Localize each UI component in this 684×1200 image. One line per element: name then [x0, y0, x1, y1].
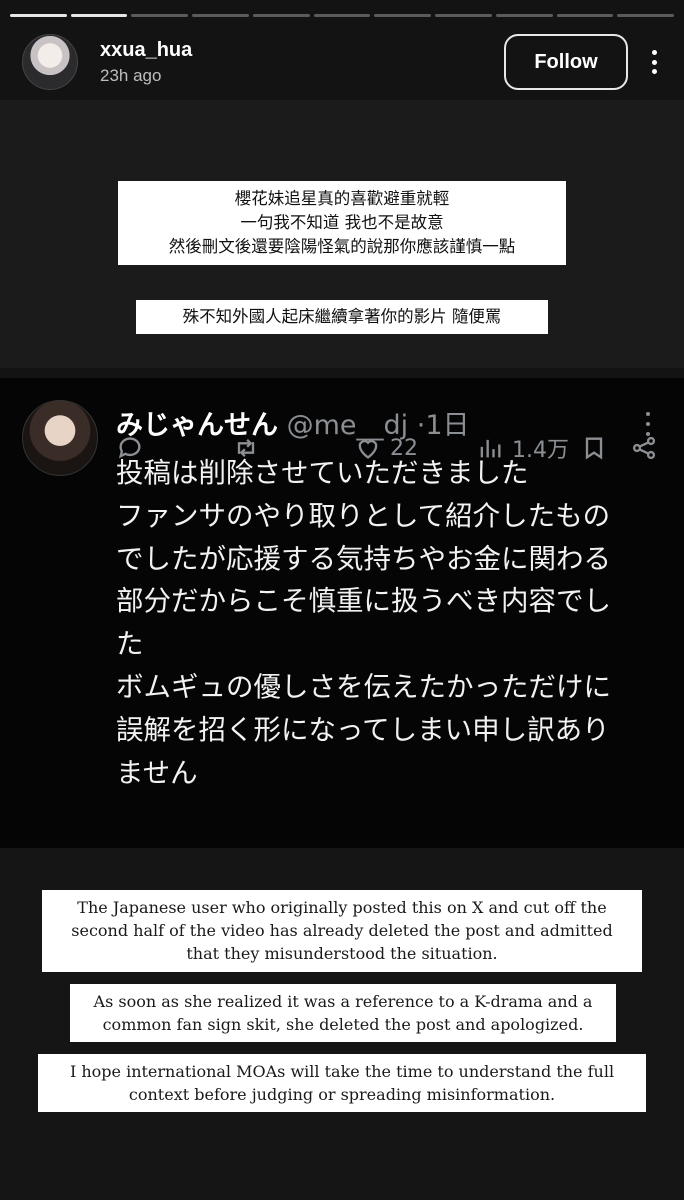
view-count: 1.4万: [512, 438, 569, 463]
views-group: 1.4万: [476, 430, 569, 466]
tweet-line: ません: [116, 756, 198, 789]
share-icon: [630, 430, 658, 466]
progress-segment: [252, 14, 310, 17]
tweet-line: ボムギュの優しさを伝えたかっただけに: [116, 670, 611, 703]
tweet-author-avatar: [22, 400, 98, 476]
progress-segment: [617, 14, 675, 17]
caption-line: common fan sign skit, she deleted the po…: [102, 1015, 584, 1034]
reply-icon: [116, 430, 144, 466]
caption-chinese-2: 殊不知外國人起床繼續拿著你的影片 隨便罵: [136, 300, 548, 334]
progress-segment: [374, 14, 432, 17]
tweet-line: でしたが応援する気持ちやお金に関わる: [116, 542, 611, 575]
story-progress-bar: [10, 14, 675, 17]
post-time: 23h ago: [100, 65, 162, 85]
tweet-line: た: [116, 628, 144, 661]
profile-avatar[interactable]: [22, 34, 78, 90]
progress-segment: [313, 14, 371, 17]
caption-line: that they misunderstood the situation.: [186, 944, 498, 963]
progress-segment: [435, 14, 492, 17]
progress-segment: [131, 14, 189, 17]
more-options-icon[interactable]: [646, 44, 662, 80]
user-meta: xxua_hua 23h ago: [100, 39, 192, 86]
progress-segment: [10, 14, 67, 17]
progress-segment: [556, 14, 614, 17]
retweet-icon: [232, 430, 260, 466]
bookmark-icon: [580, 430, 608, 466]
tweet-line: ファンサのやり取りとして紹介したもの: [116, 499, 611, 532]
tweet-line: 部分だからこそ慎重に扱うべき内容でし: [116, 585, 611, 618]
caption-line: 殊不知外國人起床繼續拿著你的影片 隨便罵: [182, 307, 502, 326]
like-group: 22: [354, 430, 418, 466]
views-icon: [480, 439, 501, 458]
caption-line: second half of the video has already del…: [71, 921, 613, 940]
caption-line: 櫻花妹追星真的喜歡避重就輕: [234, 189, 450, 208]
caption-english-2: As soon as she realized it was a referen…: [70, 984, 616, 1042]
caption-line: 一句我不知道 我也不是故意: [240, 213, 444, 232]
caption-line: As soon as she realized it was a referen…: [93, 992, 593, 1011]
tweet-action-bar: 22 1.4万: [116, 430, 662, 466]
caption-line: 然後刪文後還要陰陽怪氣的說那你應該謹慎一點: [168, 237, 516, 256]
caption-english-1: The Japanese user who originally posted …: [42, 890, 642, 972]
tweet-text: 投稿は削除させていただきました ファンサのやり取りとして紹介したもの でしたが応…: [116, 452, 660, 794]
story-header: xxua_hua 23h ago Follow: [22, 32, 662, 92]
caption-chinese-1: 櫻花妹追星真的喜歡避重就輕 一句我不知道 我也不是故意 然後刪文後還要陰陽怪氣的…: [118, 181, 566, 265]
progress-segment: [70, 14, 128, 17]
progress-segment: [495, 14, 553, 17]
caption-line: The Japanese user who originally posted …: [77, 898, 607, 917]
like-count: 22: [390, 435, 418, 461]
heart-icon: [358, 440, 378, 459]
caption-line: I hope international MOAs will take the …: [69, 1062, 615, 1081]
caption-english-3: I hope international MOAs will take the …: [38, 1054, 646, 1112]
progress-segment: [192, 14, 249, 17]
follow-button[interactable]: Follow: [504, 34, 628, 90]
username[interactable]: xxua_hua: [100, 39, 192, 62]
caption-line: context before judging or spreading misi…: [128, 1085, 556, 1104]
tweet-line: 誤解を招く形になってしまい申し訳あり: [116, 713, 610, 746]
